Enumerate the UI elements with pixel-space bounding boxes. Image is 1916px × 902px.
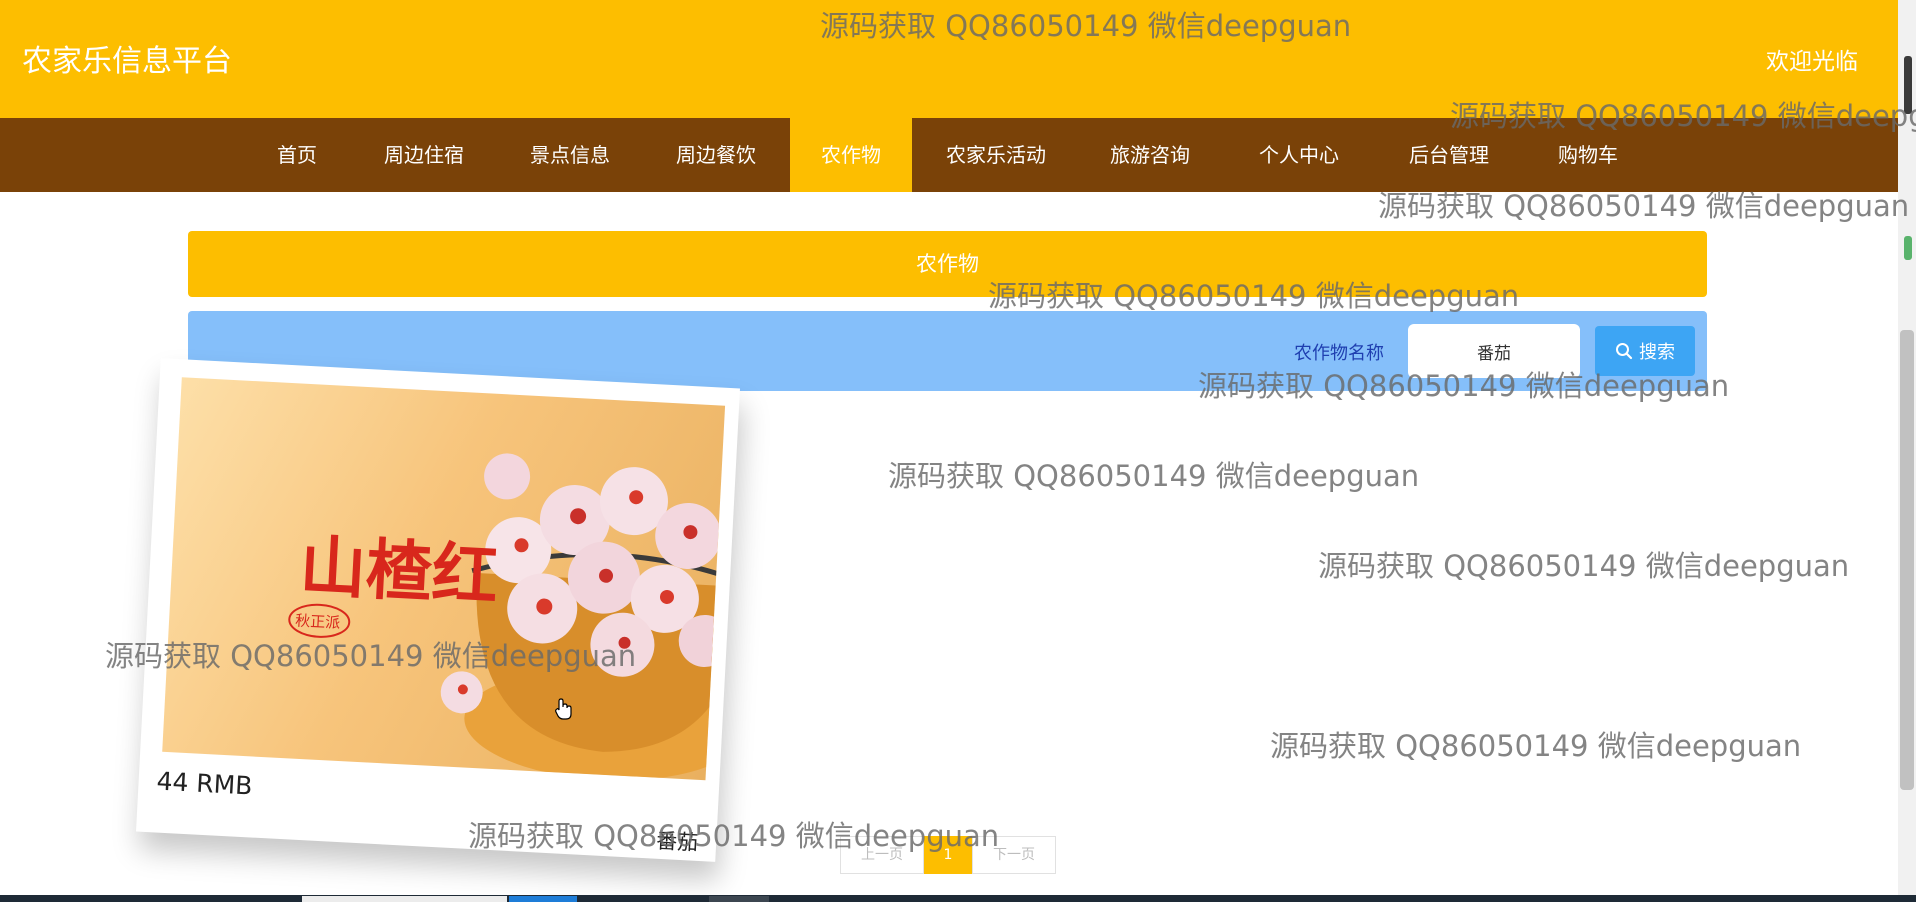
product-image-text: 山楂红: [298, 527, 500, 615]
top-header: 农家乐信息平台 欢迎光临: [0, 0, 1898, 118]
site-brand[interactable]: 农家乐信息平台: [22, 36, 232, 80]
search-label: 农作物名称: [1294, 343, 1384, 364]
nav-item-crops[interactable]: 农作物: [790, 118, 912, 192]
welcome-text: 欢迎光临: [1766, 49, 1858, 75]
search-icon: [1616, 343, 1633, 360]
taskbar-app-button[interactable]: [509, 896, 577, 902]
nav-item-profile[interactable]: 个人中心: [1243, 118, 1355, 192]
taskbar-app-button-2[interactable]: [709, 896, 769, 902]
taskbar-search-box[interactable]: [302, 896, 507, 902]
main-nav: 首页 周边住宿 景点信息 周边餐饮 农作物 农家乐活动 旅游咨询 个人中心 后台…: [0, 118, 1898, 192]
mouse-cursor-icon: [555, 698, 572, 720]
page-number-1[interactable]: 1: [924, 836, 972, 874]
prev-page-button[interactable]: 上一页: [840, 836, 924, 874]
scroll-marker-dark: [1904, 56, 1912, 114]
product-name[interactable]: 番茄: [655, 825, 699, 857]
next-page-button[interactable]: 下一页: [972, 836, 1056, 874]
nav-item-attractions[interactable]: 景点信息: [514, 118, 626, 192]
nav-item-travel-consult[interactable]: 旅游咨询: [1094, 118, 1206, 192]
scrollbar-thumb[interactable]: [1900, 330, 1914, 790]
product-card[interactable]: 山楂红 秋正派 44 RMB 番茄: [135, 358, 741, 862]
scroll-marker-green: [1904, 236, 1912, 260]
nav-item-lodging[interactable]: 周边住宿: [368, 118, 480, 192]
pagination: 上一页 1 下一页: [840, 836, 1056, 874]
nav-item-dining[interactable]: 周边餐饮: [660, 118, 772, 192]
product-price: 44 RMB: [155, 766, 254, 801]
nav-item-admin[interactable]: 后台管理: [1393, 118, 1505, 192]
nav-item-home[interactable]: 首页: [255, 118, 339, 192]
search-button-label: 搜索: [1639, 342, 1675, 363]
product-image-seal: 秋正派: [295, 612, 341, 632]
search-button[interactable]: 搜索: [1595, 326, 1695, 376]
section-title: 农作物: [188, 231, 1707, 297]
product-image[interactable]: 山楂红 秋正派: [162, 377, 726, 781]
nav-item-activities[interactable]: 农家乐活动: [934, 118, 1058, 192]
nav-item-cart[interactable]: 购物车: [1543, 118, 1633, 192]
taskbar: [0, 895, 1916, 902]
search-input[interactable]: [1408, 324, 1580, 378]
